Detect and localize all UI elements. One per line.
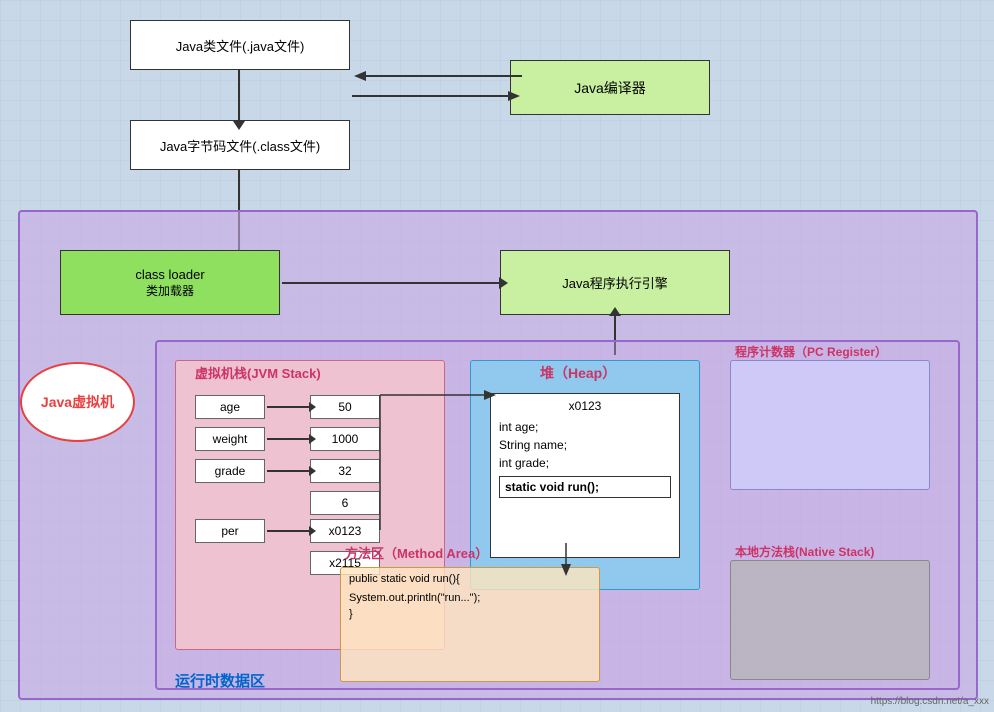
pc-register-box: [730, 360, 930, 490]
arrow-per: [267, 530, 310, 532]
heap-static: static void run();: [499, 476, 671, 498]
heap-title: 堆（Heap）: [540, 363, 616, 383]
heap-object-box: x0123 int age; String name; int grade; s…: [490, 393, 680, 558]
arrow-classfile-to-bytecode: [238, 70, 240, 122]
method-area-title: 方法区（Method Area）: [345, 543, 488, 562]
stack-val-x0123: x0123: [310, 519, 380, 543]
heap-code-3: int grade;: [491, 454, 679, 472]
java-compiler-label: Java编译器: [574, 78, 646, 98]
stack-val-1000: 1000: [310, 427, 380, 451]
arrow-static-to-method: [556, 543, 576, 578]
java-compiler-box: Java编译器: [510, 60, 710, 115]
class-loader-line1: class loader: [135, 267, 204, 282]
class-loader-box: class loader 类加载器: [60, 250, 280, 315]
runtime-data-label: 运行时数据区: [175, 670, 265, 691]
method-area-box: public static void run(){ System.out.pri…: [340, 567, 600, 682]
arrows-compiler-classfile: [352, 68, 522, 118]
stack-val-6: 6: [310, 491, 380, 515]
jvm-bubble-label: Java虚拟机: [41, 392, 114, 412]
arrow-weight: [267, 438, 310, 440]
diagram-container: Java类文件(.java文件) Java编译器 Java字节码文件(.clas…: [0, 0, 994, 712]
arrow-loader-to-engine: [282, 282, 500, 284]
jvm-stack-title: 虚拟机栈(JVM Stack): [195, 363, 321, 382]
stack-val-50: 50: [310, 395, 380, 419]
heap-object-id: x0123: [491, 394, 679, 418]
java-exec-engine-box: Java程序执行引擎: [500, 250, 730, 315]
heap-code-2: String name;: [491, 436, 679, 454]
java-class-file-box: Java类文件(.java文件): [130, 20, 350, 70]
arrow-grade: [267, 470, 310, 472]
native-stack-title: 本地方法栈(Native Stack): [735, 543, 874, 560]
class-loader-line2: 类加载器: [146, 282, 194, 299]
stack-val-32: 32: [310, 459, 380, 483]
url-watermark: https://blog.csdn.net/a_xxx: [871, 696, 989, 707]
arrow-age: [267, 406, 310, 408]
java-bytecode-label: Java字节码文件(.class文件): [160, 136, 320, 155]
jvm-bubble: Java虚拟机: [20, 362, 135, 442]
native-stack-box: [730, 560, 930, 680]
arrow-per-to-heap: [380, 390, 500, 540]
method-code-2: System.out.println("run...");: [341, 590, 599, 606]
stack-var-age: age: [195, 395, 265, 419]
stack-var-grade: grade: [195, 459, 265, 483]
stack-var-weight: weight: [195, 427, 265, 451]
stack-var-per: per: [195, 519, 265, 543]
pc-register-title: 程序计数器（PC Register）: [735, 343, 887, 360]
heap-code-1: int age;: [491, 418, 679, 436]
java-class-file-label: Java类文件(.java文件): [176, 36, 305, 55]
method-code-3: }: [341, 606, 599, 622]
exec-engine-label: Java程序执行引擎: [562, 273, 667, 292]
